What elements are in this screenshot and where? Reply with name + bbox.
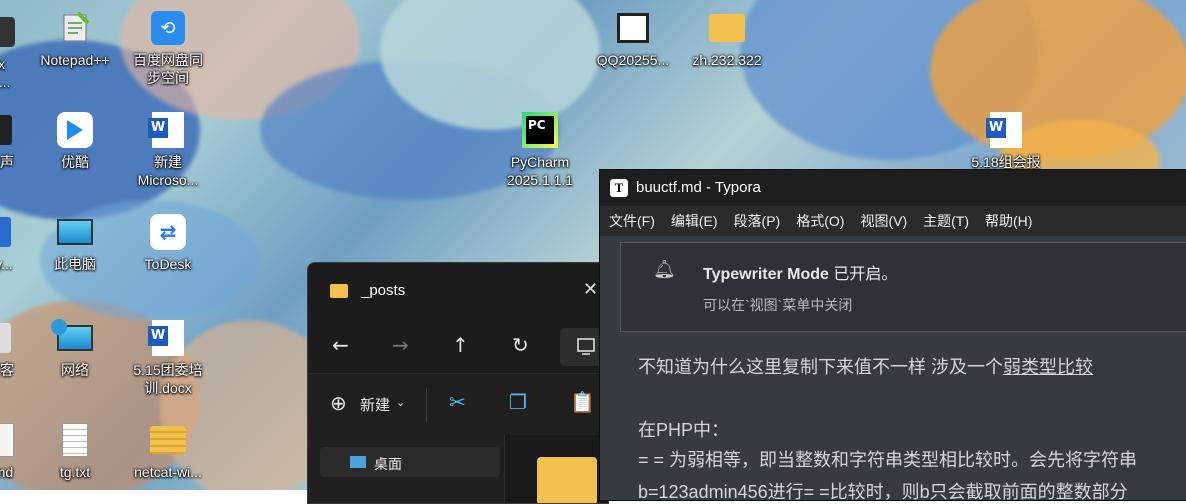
app-icon — [0, 318, 20, 358]
back-arrow-icon[interactable]: ← — [332, 333, 349, 357]
editor-area[interactable]: 🔔︎ Typewriter Mode 已开启。 可以在`视图`菜单中关闭 不知道… — [600, 236, 1186, 500]
paragraph-line[interactable]: 不知道为什么这里复制下来值不一样 涉及一个弱类型比较 — [638, 353, 1093, 379]
desktop-icon-baidu[interactable]: ⟲ 百度网盘同 步空间 — [120, 8, 216, 87]
menu-help[interactable]: 帮助(H) — [985, 211, 1032, 231]
folder-icon — [330, 284, 348, 298]
folder-icon[interactable] — [537, 457, 597, 503]
copy-icon[interactable]: ❐ — [509, 390, 527, 415]
up-arrow-icon[interactable]: ↑ — [452, 333, 469, 357]
forward-arrow-icon[interactable]: → — [392, 333, 409, 357]
desktop-icon-netcat[interactable]: netcat-wi... — [120, 420, 216, 481]
word-doc-icon: W — [148, 318, 188, 358]
notification-title: Typewriter Mode 已开启。 — [703, 266, 898, 283]
menu-format[interactable]: 格式(O) — [796, 211, 844, 231]
menu-paragraph[interactable]: 段落(P) — [734, 211, 781, 231]
youku-icon — [55, 110, 95, 150]
desktop-icon-this-pc[interactable]: 此电脑 — [27, 212, 123, 273]
explorer-titlebar[interactable]: _posts ✕ — [308, 263, 608, 321]
video-file-icon — [613, 8, 653, 48]
paragraph-line[interactable]: = = 为弱相等，即当整数和字符串类型相比较时。会先将字符串 — [638, 446, 1137, 472]
desktop-icon-small — [350, 456, 366, 468]
explorer-title: _posts — [361, 282, 406, 299]
window-title: buuctf.md - Typora — [636, 179, 761, 196]
pycharm-icon: PC — [520, 110, 560, 150]
network-icon — [51, 318, 95, 358]
sidebar-item-label: 桌面 — [374, 456, 402, 472]
explorer-navbar: ← → ↑ ↻ — [308, 321, 608, 373]
new-button[interactable]: 新建 — [360, 394, 390, 415]
file-explorer-window[interactable]: _posts ✕ ← → ↑ ↻ ⊕ 新建 ⌄ ✂ ❐ 📋 桌面 — [307, 262, 609, 504]
desktop-icon-network[interactable]: 网络 — [27, 318, 123, 379]
divider — [426, 388, 427, 422]
monitor-icon — [577, 338, 595, 355]
paragraph-line[interactable]: 在PHP中： — [638, 416, 729, 442]
menu-view[interactable]: 视图(V) — [860, 211, 907, 231]
app-icon — [0, 212, 20, 252]
menu-bar: 文件(F) 编辑(E) 段落(P) 格式(O) 视图(V) 主题(T) 帮助(H… — [600, 206, 1186, 236]
desktop-icon-word-training[interactable]: W 5.15团委培 训.docx — [120, 318, 216, 397]
zip-folder-icon — [148, 420, 188, 460]
desktop-icon-qq-video[interactable]: QQ20255... — [585, 8, 681, 69]
bell-icon: 🔔︎ — [653, 259, 676, 280]
todesk-icon: ⇄ — [148, 212, 188, 252]
paste-icon[interactable]: 📋 — [570, 390, 595, 415]
desktop-icon-notepad[interactable]: Notepad++ — [27, 8, 123, 69]
explorer-sidebar: 桌面 — [308, 435, 505, 503]
text-file-icon — [55, 420, 95, 460]
desktop-icon-tg-txt[interactable]: tg.txt — [27, 420, 123, 481]
explorer-content — [505, 435, 608, 503]
desktop-icon-word-new[interactable]: W 新建 Microso... — [120, 110, 216, 189]
link-weak-type-comparison: 弱类型比较 — [1003, 357, 1093, 377]
app-icon — [0, 110, 20, 150]
refresh-icon[interactable]: ↻ — [512, 333, 529, 357]
desktop-icon-word-report[interactable]: W 5.18组会报 — [958, 110, 1054, 171]
typora-window[interactable]: T buuctf.md - Typora 文件(F) 编辑(E) 段落(P) 格… — [599, 169, 1186, 501]
typewriter-notification: 🔔︎ Typewriter Mode 已开启。 可以在`视图`菜单中关闭 — [620, 242, 1186, 332]
folder-icon — [707, 8, 747, 48]
md-file-icon — [0, 420, 20, 460]
baidu-netdisk-icon: ⟲ — [148, 8, 188, 48]
menu-file[interactable]: 文件(F) — [609, 211, 655, 231]
app-icon — [0, 12, 20, 52]
menu-edit[interactable]: 编辑(E) — [671, 211, 718, 231]
typora-titlebar[interactable]: T buuctf.md - Typora — [600, 170, 1186, 206]
notepad-icon — [55, 8, 95, 48]
this-pc-icon — [55, 212, 95, 252]
desktop-icon-pycharm[interactable]: PC PyCharm 2025.1.1.1 — [492, 110, 588, 189]
word-doc-icon: W — [986, 110, 1026, 150]
typora-logo-icon: T — [610, 179, 628, 197]
word-doc-icon: W — [148, 110, 188, 150]
cut-icon[interactable]: ✂ — [449, 390, 466, 415]
desktop-icon-folder[interactable]: zh.232.322 — [679, 8, 775, 69]
close-icon[interactable]: ✕ — [583, 279, 598, 300]
desktop-icon-youku[interactable]: 优酷 — [27, 110, 123, 171]
menu-theme[interactable]: 主题(T) — [923, 211, 969, 231]
explorer-toolbar: ⊕ 新建 ⌄ ✂ ❐ 📋 — [308, 373, 608, 434]
sidebar-item-desktop[interactable]: 桌面 — [320, 447, 500, 477]
chevron-down-icon[interactable]: ⌄ — [396, 396, 405, 409]
notification-hint: 可以在`视图`菜单中关闭 — [703, 297, 853, 313]
plus-circle-icon[interactable]: ⊕ — [330, 391, 347, 416]
desktop-icon-todesk[interactable]: ⇄ ToDesk — [120, 212, 216, 273]
